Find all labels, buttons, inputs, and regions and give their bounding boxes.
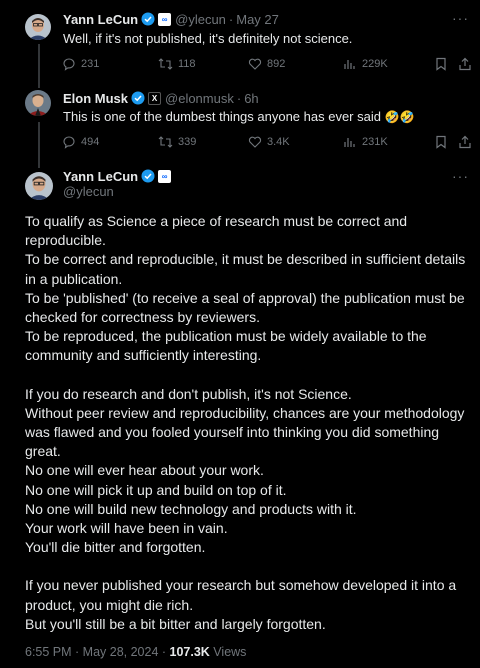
- share-button[interactable]: [458, 135, 472, 154]
- tweet-text-wrap: This is one of the dumbest things anyone…: [63, 109, 414, 124]
- text-line: checked for correctness by reviewers.: [25, 309, 260, 326]
- retweet-button[interactable]: 339: [158, 135, 196, 149]
- author-name[interactable]: Elon Musk: [63, 91, 128, 106]
- verified-badge-icon: [141, 169, 155, 183]
- author-handle[interactable]: @ylecun: [175, 12, 226, 27]
- more-options-icon[interactable]: ···: [452, 11, 468, 30]
- text-line: If you do research and don't publish, it…: [25, 385, 352, 402]
- bookmark-button[interactable]: [434, 57, 448, 76]
- heart-icon: [248, 136, 262, 148]
- author-name[interactable]: Yann LeCun: [63, 12, 138, 27]
- reply-count: 494: [81, 136, 100, 148]
- share-icon: [459, 57, 471, 71]
- text-line: community and sufficiently interesting.: [25, 347, 262, 364]
- text-line: No one will ever hear about your work.: [25, 462, 264, 479]
- text-line: If you never published your research but…: [25, 577, 457, 594]
- text-line: reproducible.: [25, 232, 106, 249]
- tweet-ylecun-original[interactable]: Yann LeCun ∞ @ylecun · May 27 ··· Well, …: [0, 0, 480, 80]
- bookmark-icon: [436, 57, 446, 71]
- tweet-footer: 6:55 PM · May 28, 2024 · 107.3K Views: [25, 645, 246, 659]
- like-button[interactable]: 892: [248, 57, 285, 71]
- reply-button[interactable]: 231: [62, 57, 99, 71]
- tweet1-header: Yann LeCun ∞ @ylecun · May 27: [63, 10, 279, 28]
- verified-badge-icon: [141, 12, 155, 26]
- views-total: 107.3K: [169, 645, 210, 659]
- reply-icon: [63, 136, 75, 149]
- avatar-elonmusk[interactable]: [25, 90, 51, 116]
- text-line: No one will build new technology and pro…: [25, 500, 357, 517]
- author-handle[interactable]: @elonmusk: [165, 91, 234, 106]
- heart-icon: [248, 58, 262, 70]
- like-count: 3.4K: [267, 136, 290, 148]
- retweet-button[interactable]: 118: [158, 57, 196, 71]
- views-label: Views: [209, 645, 247, 659]
- retweet-icon: [158, 58, 173, 70]
- views-icon: [344, 138, 355, 147]
- laughing-emoji-icon: 🤣🤣: [384, 110, 415, 124]
- reply-icon: [63, 58, 75, 71]
- tweet-time[interactable]: 6h: [244, 91, 258, 106]
- tweet-timestamp[interactable]: 6:55 PM · May 28, 2024 ·: [25, 645, 170, 659]
- thread-connector: [38, 44, 40, 88]
- tweet-text: This is one of the dumbest things anyone…: [63, 109, 381, 124]
- views-count: 231K: [362, 136, 388, 148]
- meta-affiliate-icon: ∞: [158, 169, 172, 183]
- avatar-ylecun[interactable]: [25, 14, 51, 40]
- views-icon: [344, 60, 355, 69]
- tweet-time[interactable]: May 27: [236, 12, 279, 27]
- text-line: Without peer review and reproducibility,…: [25, 404, 465, 421]
- main-tweet-header: Yann LeCun ∞: [63, 167, 172, 185]
- text-line: But you'll still be a bit bitter and lar…: [25, 615, 326, 632]
- share-icon: [459, 135, 471, 149]
- like-count: 892: [267, 58, 286, 70]
- text-line: You'll die bitter and forgotten.: [25, 539, 206, 556]
- text-line: To be correct and reproducible, it must …: [25, 251, 466, 268]
- retweet-count: 339: [178, 136, 197, 148]
- main-tweet-text: To qualify as Science a piece of researc…: [25, 212, 475, 634]
- author-handle[interactable]: @ylecun: [63, 184, 114, 199]
- views-button[interactable]: 229K: [343, 57, 388, 71]
- bookmark-button[interactable]: [434, 135, 448, 154]
- meta-affiliate-icon: ∞: [158, 12, 172, 26]
- verified-badge-icon: [131, 91, 145, 105]
- bookmark-icon: [436, 135, 446, 149]
- text-line: in a publication.: [25, 270, 123, 287]
- retweet-icon: [158, 136, 173, 148]
- reply-button[interactable]: 494: [62, 135, 99, 149]
- text-line: product, you might die rich.: [25, 596, 194, 613]
- views-button[interactable]: 231K: [343, 135, 388, 149]
- tweet2-actions: 494 339 3.4K 231K: [62, 135, 474, 151]
- separator-dot: ·: [228, 11, 234, 27]
- retweet-count: 118: [178, 58, 196, 70]
- author-name[interactable]: Yann LeCun: [63, 169, 138, 184]
- share-button[interactable]: [458, 57, 472, 76]
- text-line: To be reproduced, the publication must b…: [25, 328, 427, 345]
- more-options-icon[interactable]: ···: [452, 169, 468, 188]
- tweet-elonmusk-reply[interactable]: Elon Musk X @elonmusk · 6h This is one o…: [0, 84, 480, 164]
- tweet1-actions: 231 118 892 229K: [62, 57, 474, 73]
- x-affiliate-icon: X: [148, 91, 162, 105]
- text-line: great.: [25, 443, 61, 460]
- text-line: No one will pick it up and build on top …: [25, 481, 287, 498]
- reply-count: 231: [81, 58, 100, 70]
- text-line: Your work will have been in vain.: [25, 520, 228, 537]
- avatar-ylecun[interactable]: [25, 172, 53, 200]
- text-line: To be 'published' (to receive a seal of …: [25, 289, 465, 306]
- text-line: was flawed and you fooled yourself into …: [25, 424, 440, 441]
- separator-dot: ·: [236, 90, 242, 106]
- text-line: To qualify as Science a piece of researc…: [25, 213, 408, 229]
- tweet2-header: Elon Musk X @elonmusk · 6h: [63, 89, 259, 107]
- views-count: 229K: [362, 58, 388, 70]
- like-button[interactable]: 3.4K: [248, 135, 290, 149]
- tweet-text: Well, if it's not published, it's defini…: [63, 31, 353, 46]
